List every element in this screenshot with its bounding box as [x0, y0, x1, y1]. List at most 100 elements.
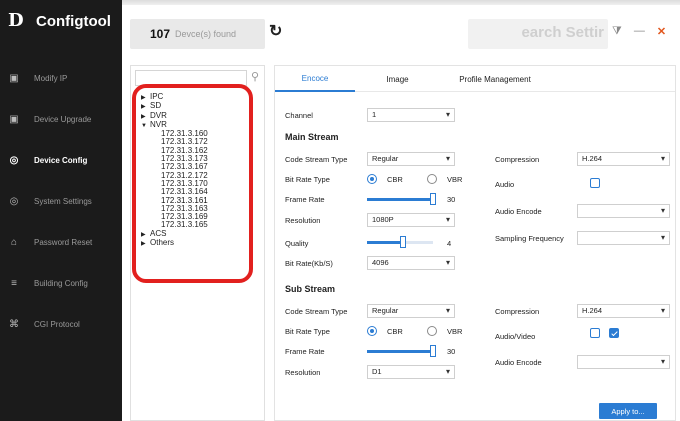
filter-icon[interactable]: ⧩ [612, 25, 622, 38]
channel-label: Channel [285, 111, 313, 120]
sidebar-item-label: System Settings [34, 197, 92, 206]
channel-select[interactable]: 1 [367, 108, 455, 122]
ip-icon: ▣ [9, 72, 19, 84]
main-quality-label: Quality [285, 239, 309, 248]
sub-code-stream-type-select[interactable]: Regular [367, 304, 455, 318]
main-bit-rate-select[interactable]: 4096 [367, 256, 455, 270]
tree-search-input[interactable] [135, 70, 247, 86]
main-resolution-label: Resolution [285, 216, 321, 225]
device-tree-panel: ⚲ ▶ IPC ▶ SD ▶ DVR ▼ NVR 172.31.3.160 172.31.3.17… [130, 65, 265, 421]
sidebar-item-building-config[interactable]: ≡ Building Config [0, 263, 122, 304]
sub-video-checkbox[interactable] [609, 328, 619, 338]
sub-cbr-label: CBR [387, 327, 403, 336]
sub-frame-rate-label: Frame Rate [285, 347, 325, 356]
main-bit-rate-type-label: Bit Rate Type [285, 175, 330, 184]
slider-fill [367, 350, 433, 353]
app-title: Configtool [36, 12, 111, 30]
sidebar-item-password-reset[interactable]: ⌂ Password Reset [0, 222, 122, 263]
refresh-icon[interactable]: ↻ [269, 23, 287, 41]
slider-fill [367, 241, 404, 244]
sub-audio-encode-select[interactable] [577, 355, 670, 369]
sidebar-item-device-upgrade[interactable]: ▣ Device Upgrade [0, 99, 122, 140]
app-logo-icon: D [8, 10, 24, 31]
minimize-icon[interactable]: — [634, 25, 645, 38]
lock-icon: ⌂ [10, 236, 18, 248]
brand: D Configtool [8, 10, 111, 32]
tree-group-label: DVR [150, 110, 167, 120]
device-count-box: 107 Devce(s) found [130, 19, 265, 49]
sidebar-item-device-config[interactable]: ◎ Device Config [0, 140, 122, 181]
slider-thumb[interactable] [400, 236, 407, 248]
main-frame-rate-label: Frame Rate [285, 195, 325, 204]
sub-compression-label: Compression [495, 307, 540, 316]
sub-resolution-label: Resolution [285, 368, 321, 377]
main-audio-label: Audio [495, 180, 515, 189]
main-quality-slider[interactable] [367, 236, 433, 248]
slider-thumb[interactable] [430, 345, 436, 357]
main-code-stream-type-label: Code Stream Type [285, 155, 348, 164]
main-audio-encode-select[interactable] [577, 204, 670, 218]
sidebar-item-cgi-protocol[interactable]: ⌘ CGI Protocol [0, 304, 122, 345]
main-bit-rate-label: Bit Rate(Kb/S) [285, 259, 333, 268]
sub-code-stream-type-label: Code Stream Type [285, 307, 348, 316]
sub-vbr-radio[interactable] [427, 326, 437, 336]
main-stream-title: Main Stream [285, 132, 339, 142]
main-vbr-label: VBR [447, 175, 463, 184]
sub-frame-rate-slider[interactable] [367, 345, 436, 357]
main-frame-rate-value: 30 [447, 195, 456, 204]
main-sampling-frequency-select[interactable] [577, 231, 670, 245]
tree-group-label: SD [150, 101, 162, 111]
slider-thumb[interactable] [430, 193, 436, 205]
collapsed-arrow-icon[interactable]: ▶ [141, 240, 150, 248]
sub-audio-video-label: Audio/Video [495, 332, 536, 341]
main-audio-encode-label: Audio Encode [495, 207, 542, 216]
sub-frame-rate-value: 30 [447, 347, 456, 356]
sub-resolution-select[interactable]: D1 [367, 365, 455, 379]
building-icon: ≡ [11, 277, 17, 289]
sidebar-item-label: Building Config [34, 279, 88, 288]
tab-bar: Encoce Image Profile Management [275, 66, 675, 92]
main-compression-select[interactable]: H.264 [577, 152, 670, 166]
main-resolution-select[interactable]: 1080P [367, 213, 455, 227]
main-frame-rate-slider[interactable] [367, 193, 436, 205]
sidebar-item-modify-ip[interactable]: ▣ Modify IP [0, 58, 122, 99]
tree-group-label: ACS [150, 228, 167, 238]
sidebar-item-label: Modify IP [34, 74, 68, 83]
collapsed-arrow-icon[interactable]: ▶ [141, 231, 150, 239]
config-icon: ◎ [9, 154, 19, 166]
main-window: 107 Devce(s) found ↻ earch Settir ⧩ — ✕ … [122, 5, 680, 421]
main-code-stream-type-select[interactable]: Regular [367, 152, 455, 166]
sub-vbr-label: VBR [447, 327, 463, 336]
apply-to-button[interactable]: Apply to... [599, 403, 657, 419]
sub-compression-select[interactable]: H.264 [577, 304, 670, 318]
main-cbr-radio[interactable] [367, 174, 377, 184]
tab-image[interactable]: Image [355, 66, 440, 92]
search-settings-input[interactable]: earch Settir [468, 19, 608, 49]
sidebar-item-label: Password Reset [34, 238, 93, 247]
sub-bit-rate-type-label: Bit Rate Type [285, 327, 330, 336]
sub-stream-title: Sub Stream [285, 284, 336, 294]
tab-encoce[interactable]: Encoce [275, 66, 355, 92]
tree-group-label: IPC [150, 92, 164, 101]
collapsed-arrow-icon[interactable]: ▶ [141, 94, 150, 102]
top-bar: 107 Devce(s) found ↻ earch Settir ⧩ — ✕ [122, 5, 680, 59]
encode-panel: Encoce Image Profile Management Channel 1 … [274, 65, 676, 421]
device-count: 107 [150, 27, 171, 41]
sidebar-item-label: Device Upgrade [34, 115, 92, 124]
sidebar-item-system-settings[interactable]: ◎ System Settings [0, 181, 122, 222]
expanded-arrow-icon[interactable]: ▼ [141, 122, 150, 130]
collapsed-arrow-icon[interactable]: ▶ [141, 113, 150, 121]
main-vbr-radio[interactable] [427, 174, 437, 184]
collapsed-arrow-icon[interactable]: ▶ [141, 103, 150, 111]
main-audio-checkbox[interactable] [590, 178, 600, 188]
close-icon[interactable]: ✕ [657, 25, 666, 38]
tab-profile-management[interactable]: Profile Management [440, 66, 550, 92]
search-icon[interactable]: ⚲ [251, 70, 259, 83]
sidebar-item-label: Device Config [34, 156, 88, 165]
sub-audio-checkbox[interactable] [590, 328, 600, 338]
tree-group-others[interactable]: ▶ Others [141, 238, 208, 248]
sub-cbr-radio[interactable] [367, 326, 377, 336]
sidebar-item-label: CGI Protocol [34, 320, 80, 329]
protocol-icon: ⌘ [9, 318, 19, 330]
sidebar-nav: ▣ Modify IP ▣ Device Upgrade ◎ Device Config ◎… [0, 58, 122, 345]
